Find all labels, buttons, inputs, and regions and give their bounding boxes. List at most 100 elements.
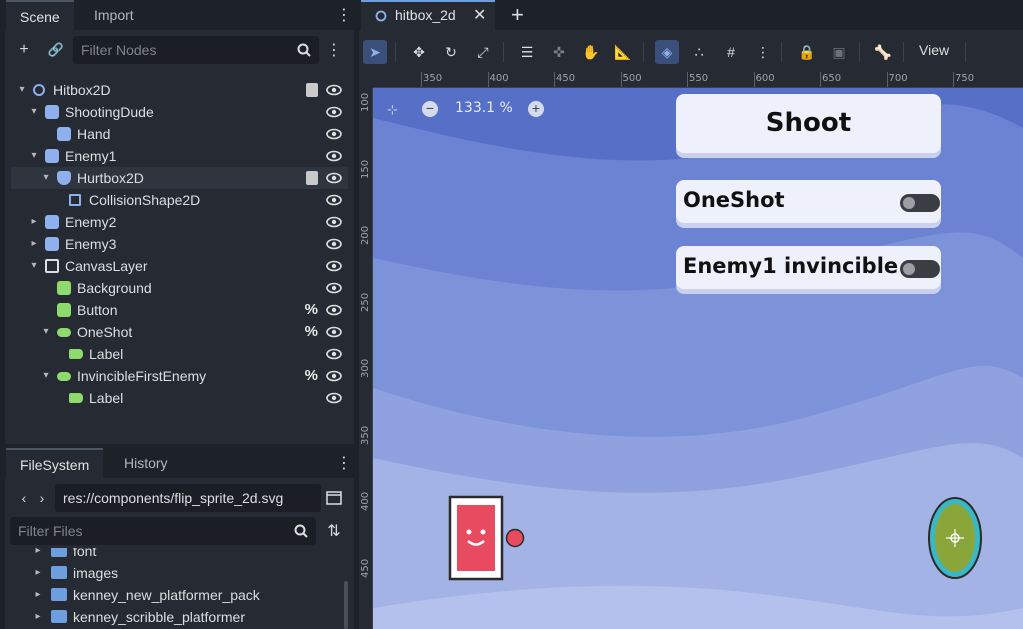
oneshot-check-button[interactable]: OneShot bbox=[676, 180, 941, 223]
move-tool-icon[interactable]: ✥ bbox=[407, 40, 431, 64]
filter-files-input[interactable]: Filter Files bbox=[10, 517, 316, 545]
scene-dock-menu-icon[interactable]: ⋮ bbox=[334, 4, 354, 26]
file-item-kenney_scribble_platformer[interactable]: ▸ kenney_scribble_platformer bbox=[15, 606, 325, 628]
invincible-toggle[interactable] bbox=[900, 260, 940, 278]
file-item-font[interactable]: ▸ font bbox=[15, 548, 325, 562]
zoom-out-icon[interactable]: − bbox=[422, 101, 438, 117]
path-field[interactable]: res://components/flip_sprite_2d.svg bbox=[55, 484, 321, 512]
tab-import[interactable]: Import bbox=[80, 0, 148, 30]
chevron-down-icon[interactable]: ▾ bbox=[39, 167, 53, 189]
oneshot-toggle[interactable] bbox=[900, 194, 940, 212]
filter-nodes-input[interactable]: Filter Nodes bbox=[73, 36, 319, 64]
visibility-eye-icon[interactable] bbox=[326, 369, 342, 383]
chevron-down-icon[interactable]: ▾ bbox=[27, 101, 41, 123]
tree-item-hurtbox2d[interactable]: ▾ Hurtbox2D bbox=[11, 167, 348, 189]
visibility-eye-icon[interactable] bbox=[326, 281, 342, 295]
ruler-tool-icon[interactable]: 📐 bbox=[611, 40, 635, 64]
tree-item-hitbox2d[interactable]: ▾ Hitbox2D bbox=[11, 79, 348, 101]
view-menu[interactable]: View bbox=[919, 42, 949, 58]
ruler-list-icon[interactable]: ☰ bbox=[515, 40, 539, 64]
close-icon[interactable]: ✕ bbox=[473, 5, 486, 25]
pivot-tool-icon[interactable]: ✜ bbox=[547, 40, 571, 64]
select-tool-icon[interactable]: ➤ bbox=[363, 40, 387, 64]
chevron-right-icon[interactable]: ▸ bbox=[31, 584, 45, 606]
tab-history[interactable]: History bbox=[110, 448, 182, 478]
zoom-in-icon[interactable]: + bbox=[528, 101, 544, 117]
script-icon[interactable] bbox=[306, 171, 318, 185]
shoot-button[interactable]: Shoot bbox=[676, 94, 941, 153]
tree-item-enemy3[interactable]: ▸ Enemy3 bbox=[11, 233, 348, 255]
chevron-right-icon[interactable]: ▸ bbox=[31, 548, 45, 562]
chevron-down-icon[interactable]: ▾ bbox=[39, 321, 53, 343]
unique-name-icon[interactable]: % bbox=[305, 299, 318, 321]
tree-item-enemy1[interactable]: ▾ Enemy1 bbox=[11, 145, 348, 167]
visibility-eye-icon[interactable] bbox=[326, 127, 342, 141]
chevron-right-icon[interactable]: ▸ bbox=[27, 211, 41, 233]
visibility-eye-icon[interactable] bbox=[326, 83, 342, 97]
tree-item-shootingdude[interactable]: ▾ ShootingDude bbox=[11, 101, 348, 123]
smart-snap-icon[interactable]: ◈ bbox=[655, 40, 679, 64]
add-node-icon[interactable]: + bbox=[13, 39, 35, 61]
visibility-eye-icon[interactable] bbox=[326, 193, 342, 207]
script-icon[interactable] bbox=[306, 83, 318, 97]
visibility-eye-icon[interactable] bbox=[326, 171, 342, 185]
tree-item-label[interactable]: Label bbox=[11, 387, 348, 409]
chevron-right-icon[interactable]: ▸ bbox=[31, 562, 45, 584]
group-icon[interactable]: ▣ bbox=[827, 40, 851, 64]
tree-item-collisionshape2d[interactable]: CollisionShape2D bbox=[11, 189, 348, 211]
tree-item-invinciblefirstenemy[interactable]: ▾ InvincibleFirstEnemy% bbox=[11, 365, 348, 387]
file-list-scrollbar[interactable] bbox=[344, 581, 348, 629]
scene-tab-hitbox[interactable]: hitbox_2d ✕ bbox=[361, 0, 495, 30]
scale-tool-icon[interactable]: ⤢ bbox=[471, 40, 495, 64]
toolbar-separator bbox=[781, 42, 782, 62]
visibility-eye-icon[interactable] bbox=[326, 149, 342, 163]
add-tab-icon[interactable]: + bbox=[511, 2, 524, 28]
visibility-eye-icon[interactable] bbox=[326, 237, 342, 251]
grid-snap-icon[interactable]: # bbox=[719, 40, 743, 64]
chevron-down-icon[interactable]: ▾ bbox=[15, 79, 29, 101]
bone-icon[interactable]: 🦴 bbox=[871, 40, 895, 64]
tree-item-canvaslayer[interactable]: ▾ CanvasLayer bbox=[11, 255, 348, 277]
visibility-eye-icon[interactable] bbox=[326, 391, 342, 405]
zoom-level[interactable]: 133.1 % bbox=[455, 100, 513, 116]
sort-icon[interactable]: ⇅ bbox=[323, 520, 345, 542]
center-view-icon[interactable]: ⊹ bbox=[387, 102, 398, 118]
scene-tree-menu-icon[interactable]: ⋮ bbox=[323, 39, 345, 61]
file-item-kenney_new_platformer_pack[interactable]: ▸ kenney_new_platformer_pack bbox=[15, 584, 325, 606]
shooting-dude-sprite[interactable] bbox=[447, 494, 527, 584]
tree-item-oneshot[interactable]: ▾ OneShot% bbox=[11, 321, 348, 343]
link-icon[interactable]: 🔗 bbox=[45, 39, 67, 61]
chevron-down-icon[interactable]: ▾ bbox=[27, 255, 41, 277]
tree-item-label[interactable]: Label bbox=[11, 343, 348, 365]
chevron-right-icon[interactable]: ▸ bbox=[27, 233, 41, 255]
lock-icon[interactable]: 🔒 bbox=[795, 40, 819, 64]
visibility-eye-icon[interactable] bbox=[326, 325, 342, 339]
chevron-right-icon[interactable]: ▸ bbox=[31, 606, 45, 628]
visibility-eye-icon[interactable] bbox=[326, 259, 342, 273]
visibility-eye-icon[interactable] bbox=[326, 347, 342, 361]
visibility-eye-icon[interactable] bbox=[326, 105, 342, 119]
unique-name-icon[interactable]: % bbox=[305, 321, 318, 343]
visibility-eye-icon[interactable] bbox=[326, 303, 342, 317]
tab-scene[interactable]: Scene bbox=[6, 0, 74, 30]
chevron-down-icon[interactable]: ▾ bbox=[39, 365, 53, 387]
enemy1-sprite[interactable] bbox=[926, 494, 986, 584]
rotate-tool-icon[interactable]: ↻ bbox=[439, 40, 463, 64]
tree-item-enemy2[interactable]: ▸ Enemy2 bbox=[11, 211, 348, 233]
tree-item-button[interactable]: Button% bbox=[11, 299, 348, 321]
chevron-down-icon[interactable]: ▾ bbox=[27, 145, 41, 167]
tree-item-hand[interactable]: Hand bbox=[11, 123, 348, 145]
pan-tool-icon[interactable]: ✋ bbox=[579, 40, 603, 64]
unique-name-icon[interactable]: % bbox=[305, 365, 318, 387]
visibility-eye-icon[interactable] bbox=[326, 215, 342, 229]
filesystem-menu-icon[interactable]: ⋮ bbox=[334, 452, 354, 474]
snap-options-icon[interactable]: ⋮ bbox=[751, 40, 775, 64]
file-item-images[interactable]: ▸ images bbox=[15, 562, 325, 584]
forward-icon[interactable]: › bbox=[31, 487, 53, 509]
invincible-check-button[interactable]: Enemy1 invincible bbox=[676, 246, 941, 289]
snap-icon[interactable]: ∴ bbox=[687, 40, 711, 64]
tab-filesystem[interactable]: FileSystem bbox=[6, 448, 104, 478]
tree-item-background[interactable]: Background bbox=[11, 277, 348, 299]
split-view-icon[interactable] bbox=[323, 487, 345, 509]
scene-canvas[interactable]: ⊹ − 133.1 % + Shoot OneShot Enemy1 invin… bbox=[373, 88, 1023, 629]
